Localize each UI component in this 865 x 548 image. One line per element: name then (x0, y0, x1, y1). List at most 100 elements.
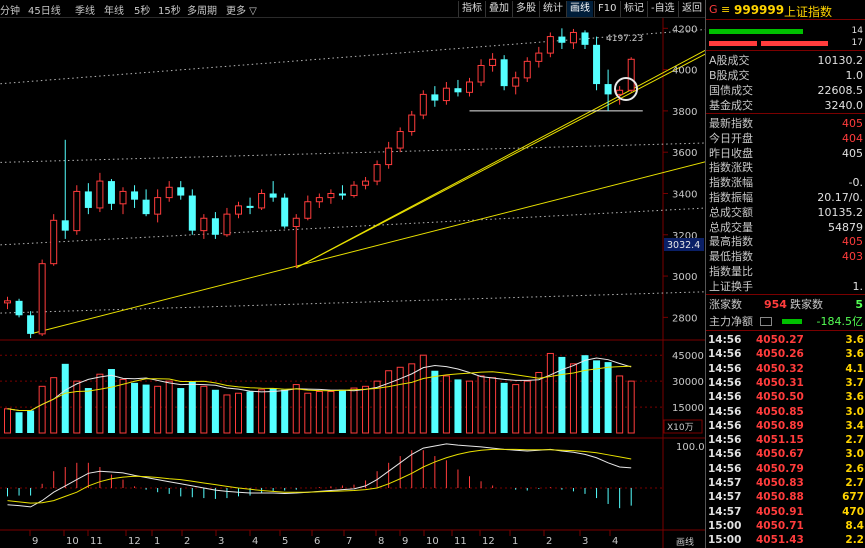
tick-row: 15:00 4050.71 8.4 (706, 519, 865, 534)
candle-body-up (408, 114, 416, 133)
tick-time: 14:57 (708, 491, 742, 504)
period-45day[interactable]: 45日线 (28, 2, 61, 17)
tick-qty: 3.0 (845, 405, 864, 418)
tool-indicator-button[interactable]: 指标 (458, 1, 485, 17)
period-more[interactable]: 更多 ▽ (226, 2, 257, 17)
stock-terminal: 分钟 45日线 季线 年线 5秒 15秒 多周期 更多 ▽ 指标 叠加 多股 统… (0, 0, 865, 548)
volume-bar-up (38, 385, 46, 434)
tool-stats-button[interactable]: 统计 (539, 1, 566, 17)
row-value: 10130.2 (817, 54, 864, 67)
period-year[interactable]: 年线 (104, 2, 124, 17)
volume-bar-up (546, 352, 554, 434)
volume-bar-up (477, 375, 485, 434)
volume-tick-label: 15000 (672, 403, 704, 414)
index-stat-row: 昨日收盘 405 (706, 146, 865, 161)
tick-row: 14:56 4050.89 3.4 (706, 419, 865, 434)
tool-back-button[interactable]: 返回 (678, 1, 705, 17)
candle-body-up (119, 190, 127, 205)
month-tick-label: 12 (128, 536, 141, 547)
row-value: 405 (842, 146, 863, 160)
candle-body-up (512, 77, 520, 87)
row-value: 10135.2 (817, 205, 864, 219)
month-tick-label: 6 (314, 536, 320, 547)
row-value: 1.0 (845, 69, 864, 82)
volume-bar-down (188, 381, 196, 433)
candle-body-up (165, 186, 173, 199)
flow-bar (782, 319, 802, 324)
candle-body-down (15, 300, 23, 316)
period-15sec[interactable]: 15秒 (158, 2, 181, 17)
volume-bar-down (84, 388, 92, 433)
row-value: -0. (848, 176, 863, 190)
tick-time: 14:56 (708, 462, 742, 475)
volume-bar-down (500, 382, 508, 433)
tick-row: 14:56 4050.31 3.7 (706, 376, 865, 391)
period-multi[interactable]: 多周期 (187, 2, 217, 17)
candle-body-down (27, 315, 35, 334)
period-minute[interactable]: 分钟 (0, 2, 20, 17)
index-stat-row: 指数振幅 20.17/0. (706, 190, 865, 205)
index-stat-row: 今日开盘 404 (706, 131, 865, 146)
tick-time: 15:00 (708, 534, 742, 547)
tick-price: 4050.91 (756, 505, 804, 518)
candle-body-up (258, 192, 266, 209)
chart-tab-label[interactable]: 画线 (676, 536, 694, 548)
volume-bar-down (107, 369, 115, 433)
volume-unit: X10万 (667, 423, 694, 433)
volume-bar-up (466, 380, 473, 434)
volume-bar-up (627, 380, 635, 434)
volume-bar-up (523, 380, 531, 434)
volume-bar-up (73, 380, 81, 434)
index-stat-row: 指数涨跌 (706, 160, 865, 175)
tick-row: 14:56 4050.32 4.1 (706, 362, 865, 377)
month-tick-label: 2 (184, 536, 190, 547)
divider (706, 113, 865, 114)
tick-row: 14:57 4050.91 470 (706, 505, 865, 520)
candle-body-down (177, 187, 185, 196)
fall-count: 5 (855, 298, 863, 311)
flow-label: 主力净额 (709, 315, 753, 328)
tick-price: 4050.71 (756, 519, 804, 532)
tick-qty: 3.0 (845, 448, 864, 461)
kline-chart[interactable]: 4200400038003600340032003000280045000300… (0, 18, 705, 548)
turnover-row: B股成交 1.0 (706, 68, 865, 83)
candle-body-up (523, 60, 531, 79)
candle-body-down (338, 193, 346, 196)
tick-row: 15:00 4051.43 2.2 (706, 533, 865, 548)
row-label: 今日开盘 (709, 131, 753, 145)
tick-row: 14:56 4050.50 3.6 (706, 390, 865, 405)
period-quarter[interactable]: 季线 (75, 2, 95, 17)
tool-mark-button[interactable]: 标记 (620, 1, 647, 17)
candle-body-up (396, 131, 404, 149)
tick-price: 4050.31 (756, 376, 804, 389)
volume-bar-up (489, 377, 497, 434)
divider (706, 50, 865, 51)
tool-multistock-button[interactable]: 多股 (512, 1, 539, 17)
menu-icon[interactable]: ≡ (721, 3, 730, 16)
volume-bar-up (292, 384, 300, 434)
tool-overlay-button[interactable]: 叠加 (485, 1, 512, 17)
tick-price: 4050.27 (756, 334, 804, 346)
tick-row: 14:56 4051.15 2.7 (706, 433, 865, 448)
row-value: 405 (842, 235, 863, 249)
volume-bar-down (211, 389, 219, 433)
panel-prefix: G (709, 3, 718, 16)
period-5sec[interactable]: 5秒 (134, 2, 150, 17)
candle-body-up (235, 205, 242, 215)
candle-body-down (500, 59, 508, 87)
candle-body-down (269, 193, 277, 198)
tool-watchlist-button[interactable]: -自选 (647, 1, 678, 17)
month-tick-label: 8 (378, 536, 384, 547)
volume-bar-down (454, 379, 462, 433)
row-label: 指数涨幅 (709, 176, 753, 190)
tool-draw-button[interactable]: 画线 (566, 1, 593, 17)
candle-body-down (142, 199, 150, 215)
tool-f10-button[interactable]: F10 (594, 1, 619, 17)
tick-price: 4050.89 (756, 419, 804, 432)
volume-bar-up (119, 378, 127, 434)
stock-code: 999999 (734, 3, 785, 17)
index-stat-row: 总成交额 10135.2 (706, 205, 865, 220)
month-tick-label: 4 (612, 536, 618, 547)
volume-bar-up (385, 370, 393, 434)
month-tick-label: 1 (154, 536, 160, 547)
